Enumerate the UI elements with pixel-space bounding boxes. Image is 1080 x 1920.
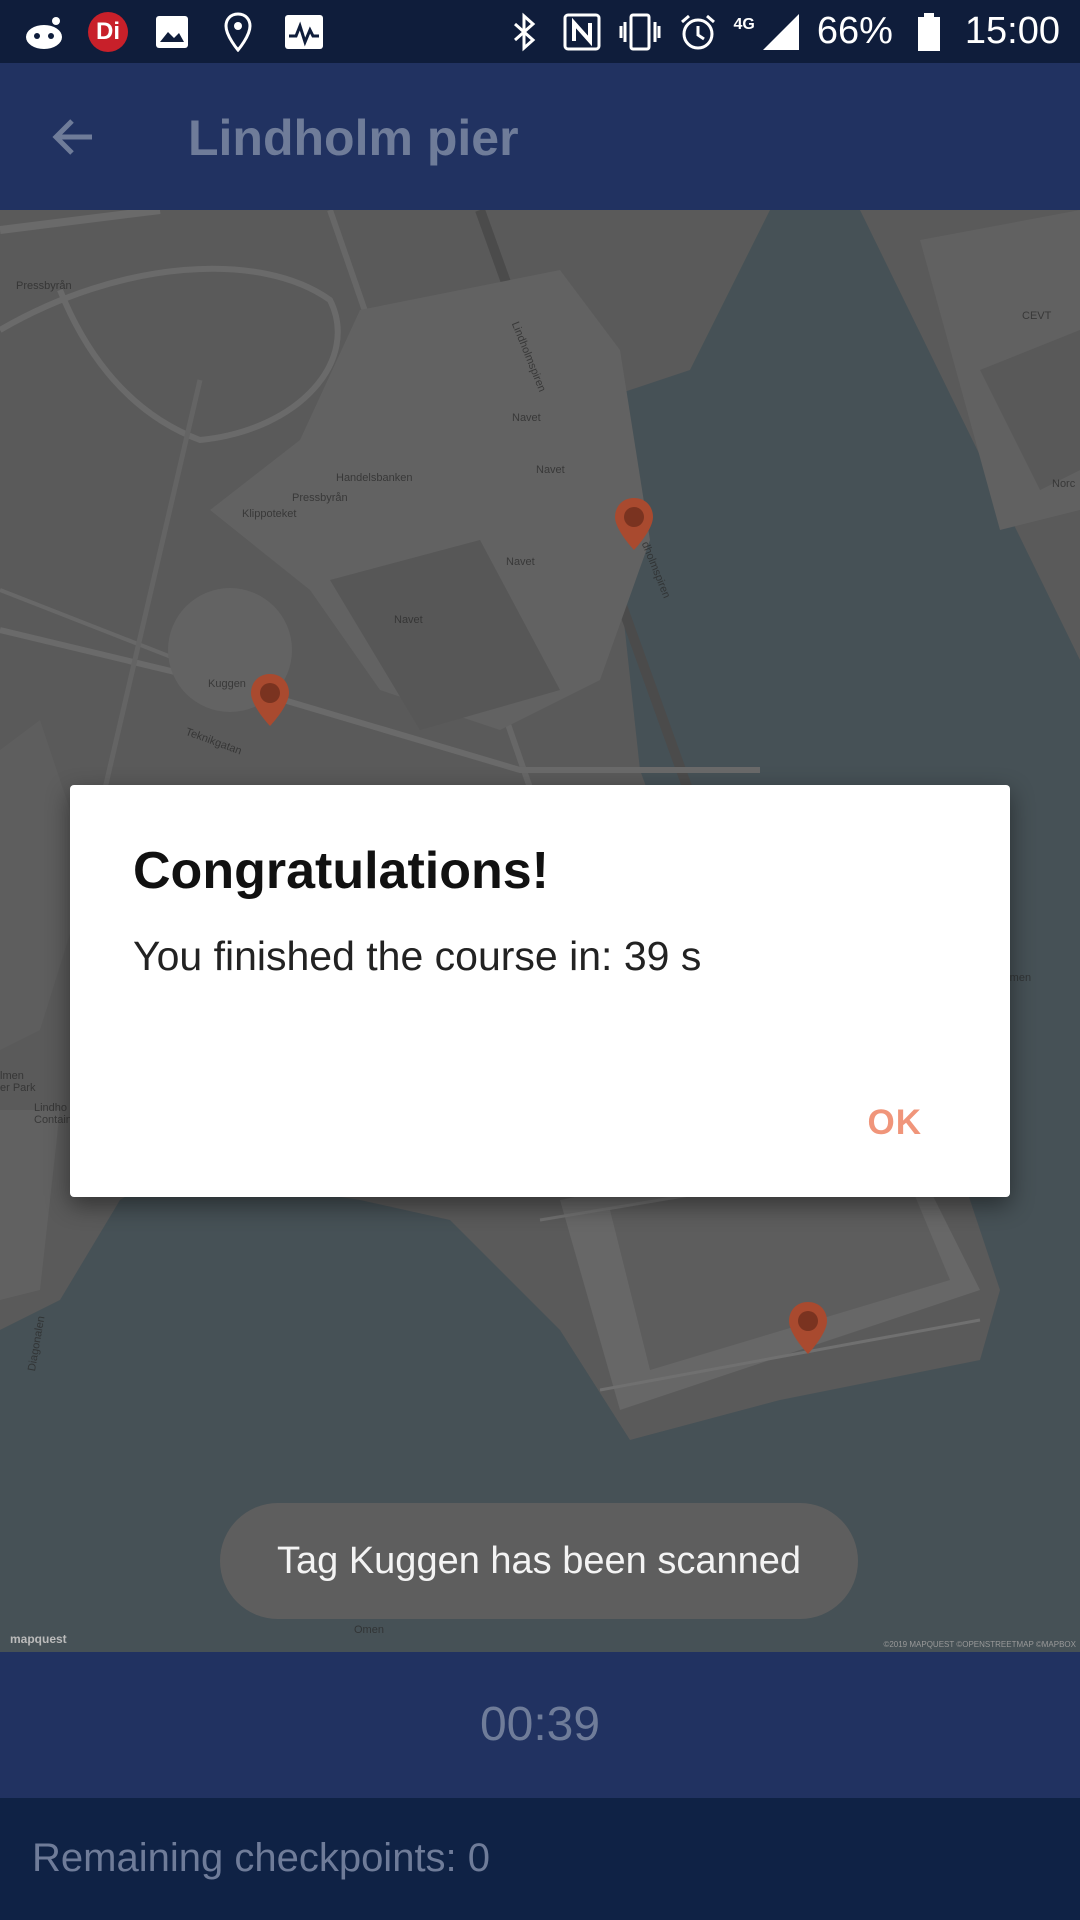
checkpoint-marker-icon[interactable] <box>612 496 656 552</box>
status-bar: Di 4G 66% 15:00 <box>0 0 1080 63</box>
map-label-almen-park: lmen er Park <box>0 1070 36 1094</box>
map-label-omen: Omen <box>354 1624 384 1636</box>
map-label-lindholmen-container: Lindho Contain <box>34 1102 72 1126</box>
remaining-checkpoints: Remaining checkpoints: 0 <box>32 1836 491 1880</box>
congratulations-dialog: Congratulations! You finished the course… <box>70 785 1010 1197</box>
checkpoint-marker-icon[interactable] <box>248 672 292 728</box>
status-bar-notifications: Di <box>22 0 326 63</box>
map-label-handelsbanken: Handelsbanken <box>336 472 413 484</box>
alarm-icon <box>676 10 720 54</box>
map-label-cevt: CEVT <box>1022 310 1052 322</box>
vibrate-icon <box>618 10 662 54</box>
elapsed-timer: 00:39 <box>479 1698 601 1751</box>
di-icon: Di <box>88 11 128 52</box>
reddit-icon <box>22 10 66 54</box>
nfc-icon <box>560 10 604 54</box>
timer-bar: 00:39 <box>0 1652 1080 1798</box>
map-label-kuggen: Kuggen <box>208 678 246 690</box>
map-label-norc: Norc <box>1052 478 1076 490</box>
clock: 15:00 <box>964 10 1060 52</box>
map-attribution[interactable]: ©2019 MAPQUEST ©OPENSTREETMAP ©MAPBOX <box>883 1640 1076 1649</box>
ok-button[interactable]: OK <box>868 1103 923 1143</box>
network-4g-icon: 4G <box>733 15 755 33</box>
status-bar-system: 4G 66% 15:00 <box>502 0 1060 63</box>
app-bar: Lindholm pier <box>0 63 1080 210</box>
arrow-left-icon[interactable] <box>42 105 106 169</box>
dialog-message: You finished the course in: 39 s <box>133 933 702 979</box>
map-label-navet: Navet <box>506 556 535 568</box>
image-icon <box>150 10 194 54</box>
checkpoint-marker-icon[interactable] <box>786 1300 830 1356</box>
map-label-pressbyran: Pressbyrån <box>16 280 72 292</box>
dialog-title: Congratulations! <box>133 842 549 900</box>
map-attribution-logo[interactable]: mapquest <box>10 1632 67 1646</box>
battery-percent: 66% <box>816 10 893 52</box>
map-label-navet: Navet <box>536 464 565 476</box>
toast-message: Tag Kuggen has been scanned <box>220 1503 858 1619</box>
bluetooth-icon <box>502 10 546 54</box>
map-label-pressbyran: Pressbyrån <box>292 492 348 504</box>
map-label-navet: Navet <box>512 412 541 424</box>
map-label-klippoteket: Klippoteket <box>242 508 297 520</box>
signal-icon <box>759 10 803 54</box>
activity-icon <box>282 10 326 54</box>
footer-bar: Remaining checkpoints: 0 <box>0 1798 1080 1920</box>
page-title: Lindholm pier <box>188 110 519 166</box>
battery-icon <box>907 10 951 54</box>
location-pin-icon <box>216 10 260 54</box>
map-label-navet: Navet <box>394 614 423 626</box>
